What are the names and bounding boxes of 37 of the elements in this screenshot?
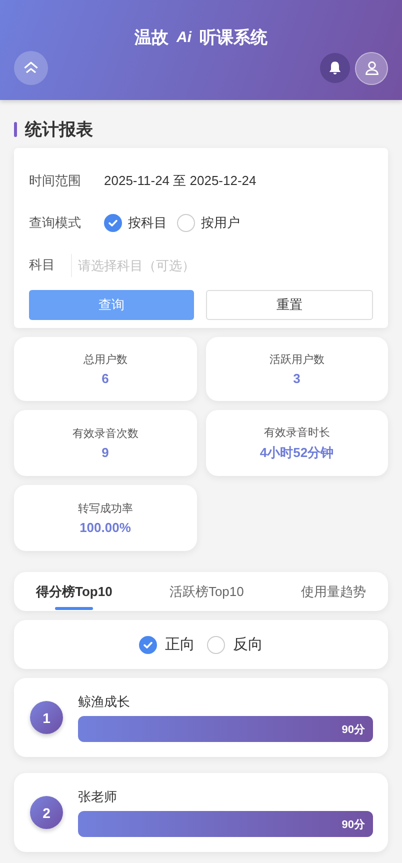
bell-icon xyxy=(327,60,343,76)
score-value: 90分 xyxy=(342,818,365,832)
rank-badge: 1 xyxy=(30,701,63,734)
section-title: 统计报表 xyxy=(25,119,93,141)
stat-label: 总用户数 xyxy=(83,352,128,367)
stat-label: 有效录音次数 xyxy=(72,426,138,441)
stat-label: 转写成功率 xyxy=(78,502,133,516)
radio-option[interactable]: 按用户 xyxy=(177,214,240,232)
score-value: 90分 xyxy=(342,722,365,736)
radio-option[interactable]: 按科目 xyxy=(104,214,167,232)
field-label: 科目 xyxy=(29,256,56,274)
ai-logo: Ai xyxy=(176,28,192,46)
user-icon xyxy=(362,59,380,77)
user-name: 鲸渔成长 xyxy=(78,693,131,711)
stat-value: 6 xyxy=(102,371,109,386)
date-range-field[interactable]: 2025-11-24 至 2025-12-24 xyxy=(104,172,256,190)
stat-label: 有效录音时长 xyxy=(264,426,330,440)
stat-value: 3 xyxy=(293,371,300,386)
app-title: 听课系统 xyxy=(200,26,268,48)
radio-option[interactable]: 正向 xyxy=(139,635,195,654)
stat-value: 4小时52分钟 xyxy=(260,444,334,462)
notification-button[interactable] xyxy=(320,53,350,83)
tab[interactable]: 得分榜Top10 xyxy=(28,572,120,611)
reset-button[interactable]: 重置 xyxy=(206,290,373,320)
profile-button[interactable] xyxy=(355,52,388,84)
field-label: 时间范围 xyxy=(29,172,82,190)
radio-option[interactable]: 反向 xyxy=(207,635,263,654)
tab[interactable]: 使用量趋势 xyxy=(293,572,374,611)
stat-label: 活跃用户数 xyxy=(269,352,324,367)
field-label: 查询模式 xyxy=(29,214,82,232)
tab[interactable]: 活跃榜Top10 xyxy=(161,572,252,611)
app-title: 温故 xyxy=(134,26,168,48)
stat-value: 100.00% xyxy=(80,520,131,535)
stat-value: 9 xyxy=(102,445,109,460)
rank-badge: 2 xyxy=(30,796,63,829)
home-button[interactable] xyxy=(14,51,48,85)
user-name: 张老师 xyxy=(78,788,118,806)
